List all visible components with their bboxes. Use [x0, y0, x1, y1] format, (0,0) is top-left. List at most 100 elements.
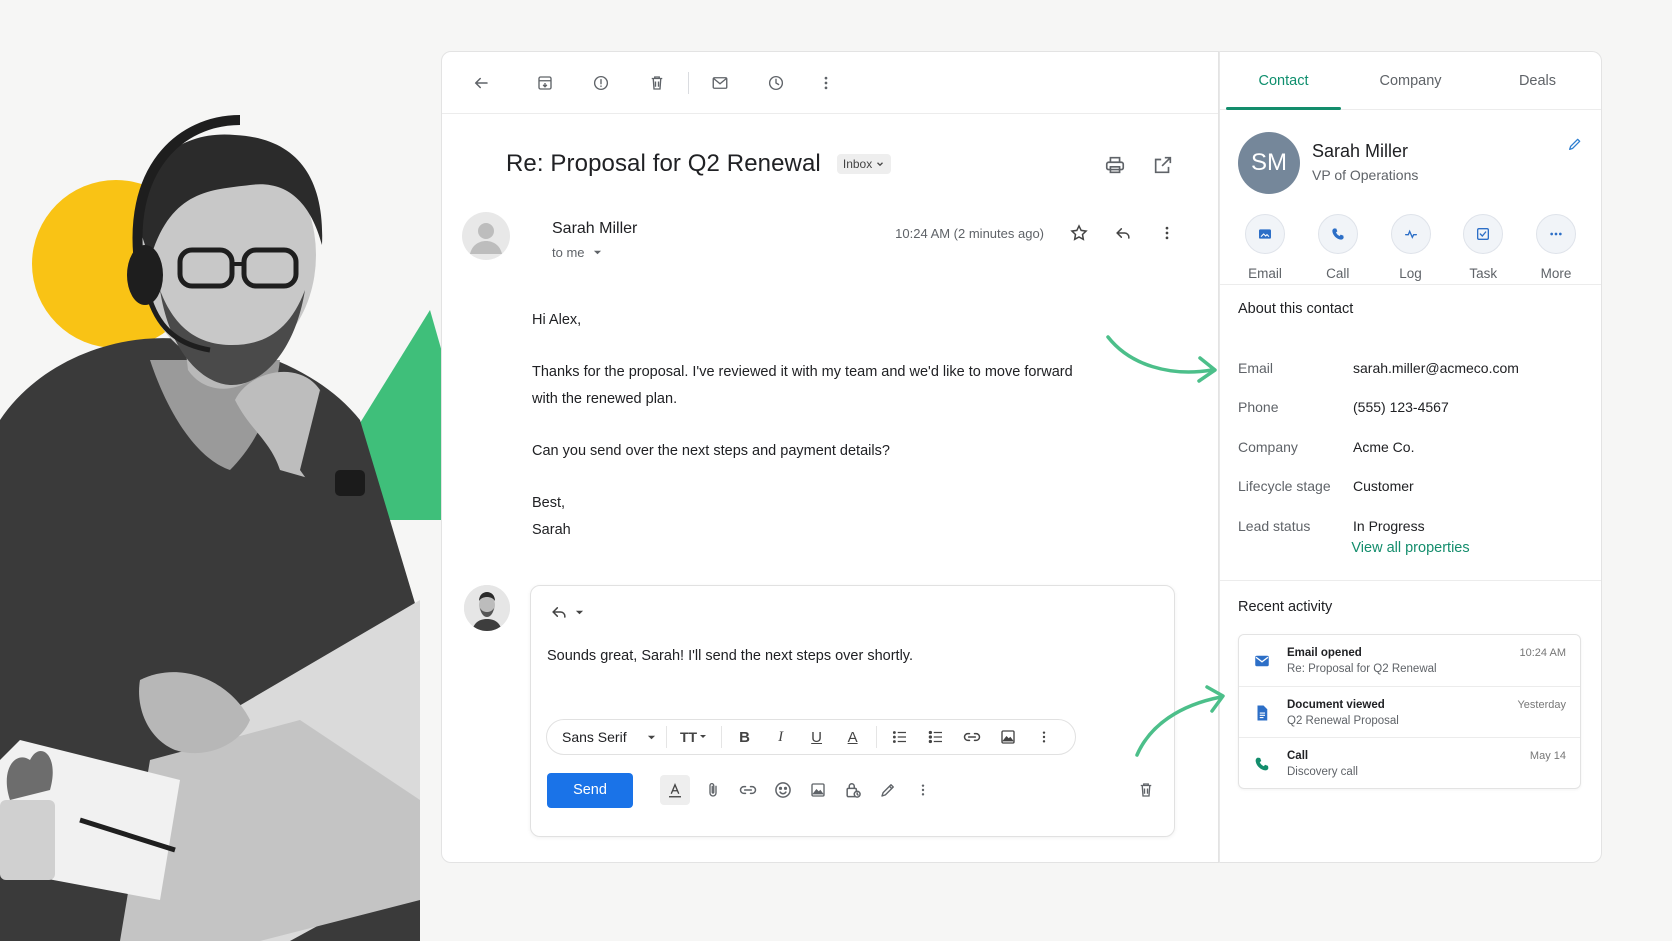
envelope-icon	[1251, 650, 1273, 672]
underline-icon[interactable]: U	[804, 724, 830, 750]
reply-text-area[interactable]: Sounds great, Sarah! I'll send the next …	[547, 648, 913, 664]
section-divider	[1220, 284, 1601, 285]
recipient-text: to me	[552, 245, 585, 260]
subject-actions	[1100, 150, 1178, 180]
email-toolbar	[442, 52, 1218, 114]
font-family-value: Sans Serif	[562, 729, 627, 745]
more-options-icon[interactable]	[911, 778, 935, 802]
user-avatar	[464, 585, 510, 631]
property-label: Phone	[1238, 399, 1279, 416]
body-paragraph: Thanks for the proposal. I've reviewed i…	[532, 364, 1073, 407]
star-icon[interactable]	[1064, 218, 1094, 248]
caret-down-icon	[593, 250, 601, 255]
activity-item[interactable]: Email opened Re: Proposal for Q2 Renewal…	[1239, 635, 1580, 687]
emoji-icon[interactable]	[771, 778, 795, 802]
log-action-label: Log	[1399, 266, 1422, 281]
phone-icon	[1317, 214, 1358, 254]
report-spam-icon[interactable]	[586, 68, 616, 98]
confidential-mode-icon[interactable]	[841, 778, 865, 802]
more-vertical-icon[interactable]	[811, 68, 841, 98]
attach-file-icon[interactable]	[701, 778, 725, 802]
body-paragraph: Can you send over the next steps and pay…	[532, 443, 890, 459]
task-action-button[interactable]: Task	[1460, 214, 1506, 284]
property-value-lifecycle: Customer	[1353, 478, 1414, 495]
sender-name[interactable]: Sarah Miller	[552, 220, 637, 238]
reply-composer[interactable]: Sounds great, Sarah! I'll send the next …	[530, 585, 1175, 837]
contact-tabs: Contact Company Deals	[1220, 52, 1601, 110]
activity-time: 10:24 AM	[1519, 647, 1566, 659]
back-arrow-icon[interactable]	[466, 68, 496, 98]
insert-photo-icon[interactable]	[806, 778, 830, 802]
formatting-toolbar: Sans Serif TT B I U A	[546, 719, 1076, 755]
reply-type-dropdown[interactable]	[549, 602, 584, 622]
toolbar-divider	[875, 726, 877, 748]
mark-unread-icon[interactable]	[705, 68, 735, 98]
sender-avatar[interactable]	[462, 212, 510, 260]
crm-contact-panel: Contact Company Deals SM Sarah Miller VP…	[1219, 51, 1602, 863]
bold-icon[interactable]: B	[732, 724, 758, 750]
property-value-phone[interactable]: (555) 123-4567	[1353, 399, 1449, 415]
call-action-button[interactable]: Call	[1315, 214, 1361, 284]
font-family-select[interactable]: Sans Serif	[562, 726, 667, 748]
delete-icon[interactable]	[642, 68, 672, 98]
archive-icon[interactable]	[530, 68, 560, 98]
log-action-button[interactable]: Log	[1388, 214, 1434, 284]
edit-pencil-icon[interactable]	[1567, 136, 1583, 157]
task-action-label: Task	[1469, 266, 1498, 281]
contact-profile: SM Sarah Miller VP of Operations	[1238, 132, 1583, 202]
body-signature: Sarah	[532, 522, 571, 538]
about-contact-heading: About this contact	[1238, 301, 1354, 317]
property-row: Email sarah.miller@acmeco.com	[1238, 348, 1583, 388]
tab-contact[interactable]: Contact	[1220, 52, 1347, 110]
tab-deals[interactable]: Deals	[1474, 52, 1601, 109]
inbox-label-chip[interactable]: Inbox	[836, 154, 892, 174]
property-label: Lifecycle stage	[1238, 478, 1331, 495]
recent-activity-list: Email opened Re: Proposal for Q2 Renewal…	[1238, 634, 1581, 789]
contact-name: Sarah Miller	[1312, 141, 1409, 161]
property-value-company: Acme Co.	[1353, 438, 1415, 455]
toolbar-divider	[720, 726, 722, 748]
snooze-icon[interactable]	[761, 68, 791, 98]
activity-title: Document viewed	[1287, 698, 1385, 711]
numbered-list-icon[interactable]	[887, 724, 913, 750]
email-action-icon	[1245, 214, 1285, 254]
open-in-new-window-icon[interactable]	[1148, 150, 1178, 180]
recipient-dropdown[interactable]: to me	[552, 245, 602, 260]
send-button[interactable]: Send	[547, 772, 633, 808]
activity-subtitle: Discovery call	[1287, 766, 1358, 778]
text-size-icon[interactable]: TT	[677, 724, 711, 750]
activity-item[interactable]: Document viewed Q2 Renewal Proposal Yest…	[1239, 687, 1580, 738]
italic-icon[interactable]: I	[768, 724, 794, 750]
insert-image-icon[interactable]	[995, 724, 1021, 750]
text-color-icon[interactable]: A	[840, 724, 866, 750]
property-value-lead-status: In Progress	[1353, 517, 1425, 534]
insert-link-icon[interactable]	[959, 724, 985, 750]
message-more-icon[interactable]	[1152, 218, 1182, 248]
email-action-button[interactable]: Email	[1242, 214, 1288, 284]
formatting-options-icon[interactable]	[660, 775, 690, 805]
email-action-label: Email	[1248, 266, 1282, 281]
bulleted-list-icon[interactable]	[923, 724, 949, 750]
activity-item[interactable]: Call Discovery call May 14	[1239, 738, 1580, 790]
activity-time: Yesterday	[1517, 698, 1566, 711]
discard-draft-icon[interactable]	[1134, 778, 1158, 802]
activity-time: May 14	[1529, 750, 1566, 762]
signature-pen-icon[interactable]	[876, 778, 900, 802]
phone-icon	[1251, 753, 1273, 775]
insert-link-icon[interactable]	[736, 778, 760, 802]
contact-avatar: SM	[1238, 132, 1300, 194]
tab-company[interactable]: Company	[1347, 52, 1474, 109]
recent-activity-heading: Recent activity	[1238, 599, 1333, 615]
svg-text:TT: TT	[680, 729, 698, 745]
message-timestamp: 10:24 AM (2 minutes ago)	[895, 225, 1044, 241]
more-action-button[interactable]: More	[1533, 214, 1579, 284]
property-value-email[interactable]: sarah.miller@acmeco.com	[1353, 360, 1519, 376]
more-formatting-icon[interactable]	[1031, 724, 1057, 750]
print-icon[interactable]	[1100, 150, 1130, 180]
property-row: Phone (555) 123-4567	[1238, 388, 1583, 428]
contact-job-title: VP of Operations	[1312, 167, 1419, 183]
email-subject: Re: Proposal for Q2 Renewal	[506, 150, 821, 177]
view-all-properties-link[interactable]: View all properties	[1220, 540, 1601, 556]
reply-icon[interactable]	[1108, 218, 1138, 248]
contact-quick-actions: Email Call Log Task More	[1242, 214, 1579, 284]
